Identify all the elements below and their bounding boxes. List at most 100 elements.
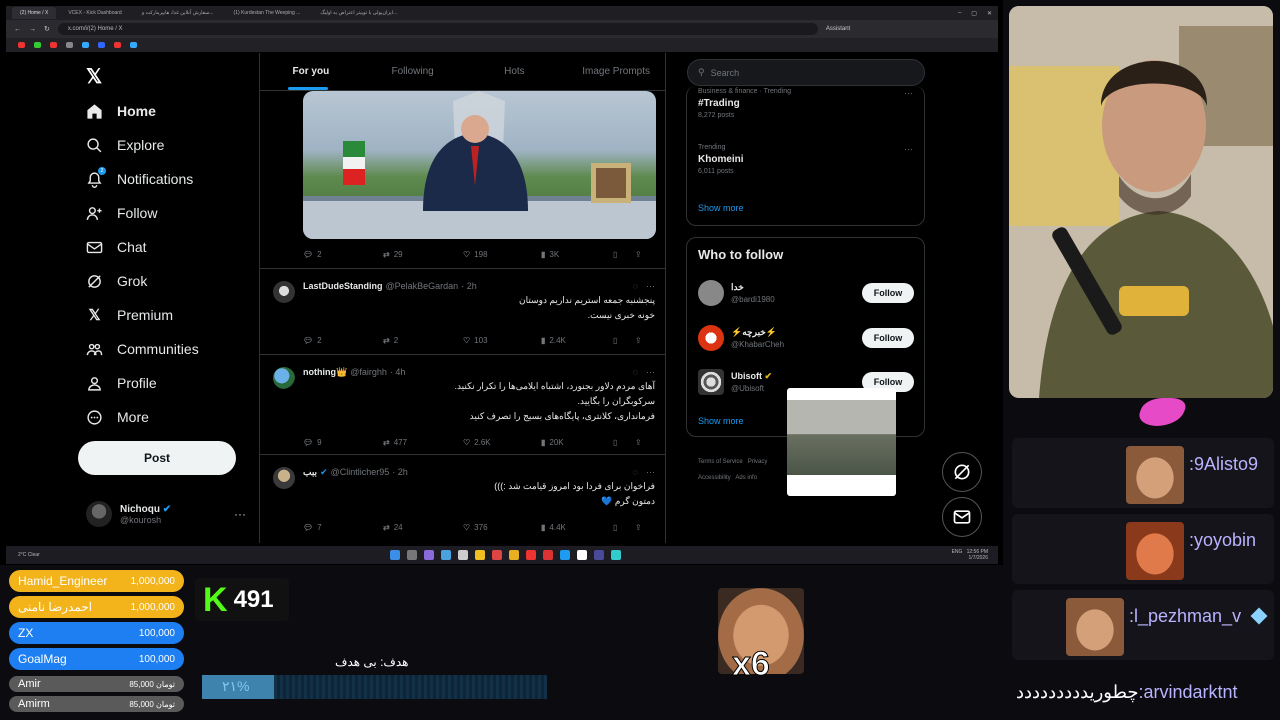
app-icon[interactable] xyxy=(611,550,621,560)
repost-button[interactable]: ⇄ 477 xyxy=(383,438,463,447)
app-icon[interactable] xyxy=(492,550,502,560)
nav-grok[interactable]: Grok xyxy=(86,269,147,293)
nav-premium[interactable]: 𝕏 Premium xyxy=(86,303,173,327)
share-icon[interactable]: ⇪ xyxy=(635,250,649,259)
show-more-link[interactable]: Show more xyxy=(698,416,744,426)
like-button[interactable]: ♡ 2.6K xyxy=(463,438,541,447)
back-icon[interactable]: ← xyxy=(14,26,21,33)
tab-following[interactable]: Following xyxy=(362,53,464,90)
tweet-handle[interactable]: @PelakBeGardan xyxy=(386,281,459,291)
x-logo-icon[interactable]: 𝕏 xyxy=(86,64,102,89)
assistant-button[interactable]: Assistant xyxy=(826,26,850,32)
weather-widget[interactable]: 2°C Clear xyxy=(6,552,40,558)
like-button[interactable]: ♡ 198 xyxy=(463,250,541,259)
app-icon[interactable] xyxy=(543,550,553,560)
avatar[interactable] xyxy=(273,367,295,389)
browser-tab[interactable]: (2) Home / X xyxy=(12,7,57,19)
trend-item[interactable]: Business & finance · Trending #Trading 8… xyxy=(698,88,913,119)
grok-icon[interactable]: ◌ xyxy=(633,367,638,377)
share-icon[interactable]: ⇪ xyxy=(635,336,649,345)
nav-explore[interactable]: Explore xyxy=(86,133,164,157)
footer-link[interactable]: Terms of Service xyxy=(698,459,743,465)
chat-username[interactable]: :yoyobin xyxy=(1189,530,1256,551)
app-icon[interactable] xyxy=(526,550,536,560)
nav-profile[interactable]: Profile xyxy=(86,371,157,395)
tab-hots[interactable]: Hots xyxy=(464,53,566,90)
search-input[interactable]: ⚲ Search xyxy=(687,59,925,86)
follow-button[interactable]: Follow xyxy=(862,328,914,348)
tweet[interactable]: nothing👑 @fairghh · 4h ◌ ··· آهای مردم دلاو… xyxy=(260,354,665,454)
tweet[interactable]: ببب ✔ @Clintlicher95 · 2h ◌ ··· فراخوان برای… xyxy=(260,454,665,543)
reply-button[interactable]: 💬︎ 7 xyxy=(303,523,383,532)
footer-link[interactable]: Privacy xyxy=(748,459,768,465)
more-icon[interactable]: ··· xyxy=(646,367,655,377)
share-icon[interactable]: ⇪ xyxy=(635,438,649,447)
share-icon[interactable]: ⇪ xyxy=(635,523,649,532)
follow-suggestion[interactable]: ⚡خبرچه⚡ @KhabarCheh Follow xyxy=(698,322,914,354)
footer-link[interactable]: Ads info xyxy=(735,475,757,481)
account-switcher[interactable]: Nichoqu ✔ @kourosh ··· xyxy=(86,499,246,529)
bookmark-icon[interactable]: ▯ xyxy=(613,438,635,447)
app-icon[interactable] xyxy=(441,550,451,560)
url-input[interactable]: x.com/i/(2) Home / X xyxy=(57,23,818,35)
grok-button[interactable] xyxy=(942,452,982,492)
avatar[interactable] xyxy=(273,467,295,489)
app-icon[interactable] xyxy=(509,550,519,560)
tab-for-you[interactable]: For you xyxy=(260,53,362,90)
browser-tab[interactable]: VCEX - Kick Dashboard xyxy=(60,7,129,19)
app-icon[interactable] xyxy=(424,550,434,560)
trend-item[interactable]: Trending Khomeini 6,011 posts ··· xyxy=(698,144,913,175)
browser-tab[interactable]: سفارش آنلاین غذا، هایپرمارکت و... xyxy=(134,7,222,19)
show-more-link[interactable]: Show more xyxy=(698,203,744,213)
bookmark-icon[interactable] xyxy=(50,42,57,48)
reply-button[interactable]: 💬︎ 9 xyxy=(303,438,383,447)
more-icon[interactable]: ··· xyxy=(646,467,655,477)
tweet-author[interactable]: nothing👑 xyxy=(303,367,347,378)
bookmark-icon[interactable] xyxy=(130,42,137,48)
like-button[interactable]: ♡ 376 xyxy=(463,523,541,532)
more-icon[interactable]: ··· xyxy=(234,507,246,521)
app-icon[interactable] xyxy=(577,550,587,560)
tweet-handle[interactable]: @fairghh xyxy=(350,367,387,378)
start-icon[interactable] xyxy=(390,550,400,560)
grok-icon[interactable]: ◌ xyxy=(633,467,638,477)
avatar[interactable] xyxy=(698,369,724,395)
nav-communities[interactable]: Communities xyxy=(86,337,199,361)
maximize-button[interactable]: ▢ xyxy=(971,10,977,17)
close-button[interactable]: ✕ xyxy=(987,10,992,17)
follow-suggestion[interactable]: خدا @bardi1980 Follow xyxy=(698,277,914,309)
tweet-author[interactable]: ببب xyxy=(303,467,317,478)
reply-button[interactable]: 💬︎ 2 xyxy=(303,336,383,345)
bookmark-icon[interactable] xyxy=(114,42,121,48)
bookmark-icon[interactable]: ▯ xyxy=(613,250,635,259)
browser-tab[interactable]: (1) Kurdestan The Weeping ... xyxy=(226,7,309,19)
app-icon[interactable] xyxy=(475,550,485,560)
nav-chat[interactable]: Chat xyxy=(86,235,147,259)
repost-button[interactable]: ⇄ 29 xyxy=(383,250,463,259)
tweet-media[interactable] xyxy=(303,91,656,239)
bookmark-icon[interactable] xyxy=(34,42,41,48)
messages-button[interactable] xyxy=(942,497,982,537)
more-icon[interactable]: ··· xyxy=(904,144,913,154)
forward-icon[interactable]: → xyxy=(29,26,36,33)
avatar[interactable] xyxy=(698,280,724,306)
avatar[interactable] xyxy=(698,325,724,351)
grok-icon[interactable]: ◌ xyxy=(633,281,638,291)
repost-button[interactable]: ⇄ 24 xyxy=(383,523,463,532)
avatar[interactable] xyxy=(273,281,295,303)
bookmark-icon[interactable]: ▯ xyxy=(613,523,635,532)
nav-follow[interactable]: Follow xyxy=(86,201,157,225)
app-icon[interactable] xyxy=(560,550,570,560)
post-button[interactable]: Post xyxy=(78,441,236,475)
views-button[interactable]: ▮ 2.4K xyxy=(541,336,613,345)
bookmark-icon[interactable] xyxy=(82,42,89,48)
tweet-author[interactable]: LastDudeStanding xyxy=(303,281,383,291)
follow-button[interactable]: Follow xyxy=(862,283,914,303)
app-icon[interactable] xyxy=(594,550,604,560)
tweet-handle[interactable]: @Clintlicher95 xyxy=(331,467,390,478)
bookmark-icon[interactable] xyxy=(66,42,73,48)
chat-username[interactable]: :9Alisto9 xyxy=(1189,454,1258,475)
tweet[interactable]: LastDudeStanding @PelakBeGardan · 2h ◌ ··· … xyxy=(260,268,665,354)
minimize-button[interactable]: – xyxy=(958,10,961,17)
app-icon[interactable] xyxy=(407,550,417,560)
